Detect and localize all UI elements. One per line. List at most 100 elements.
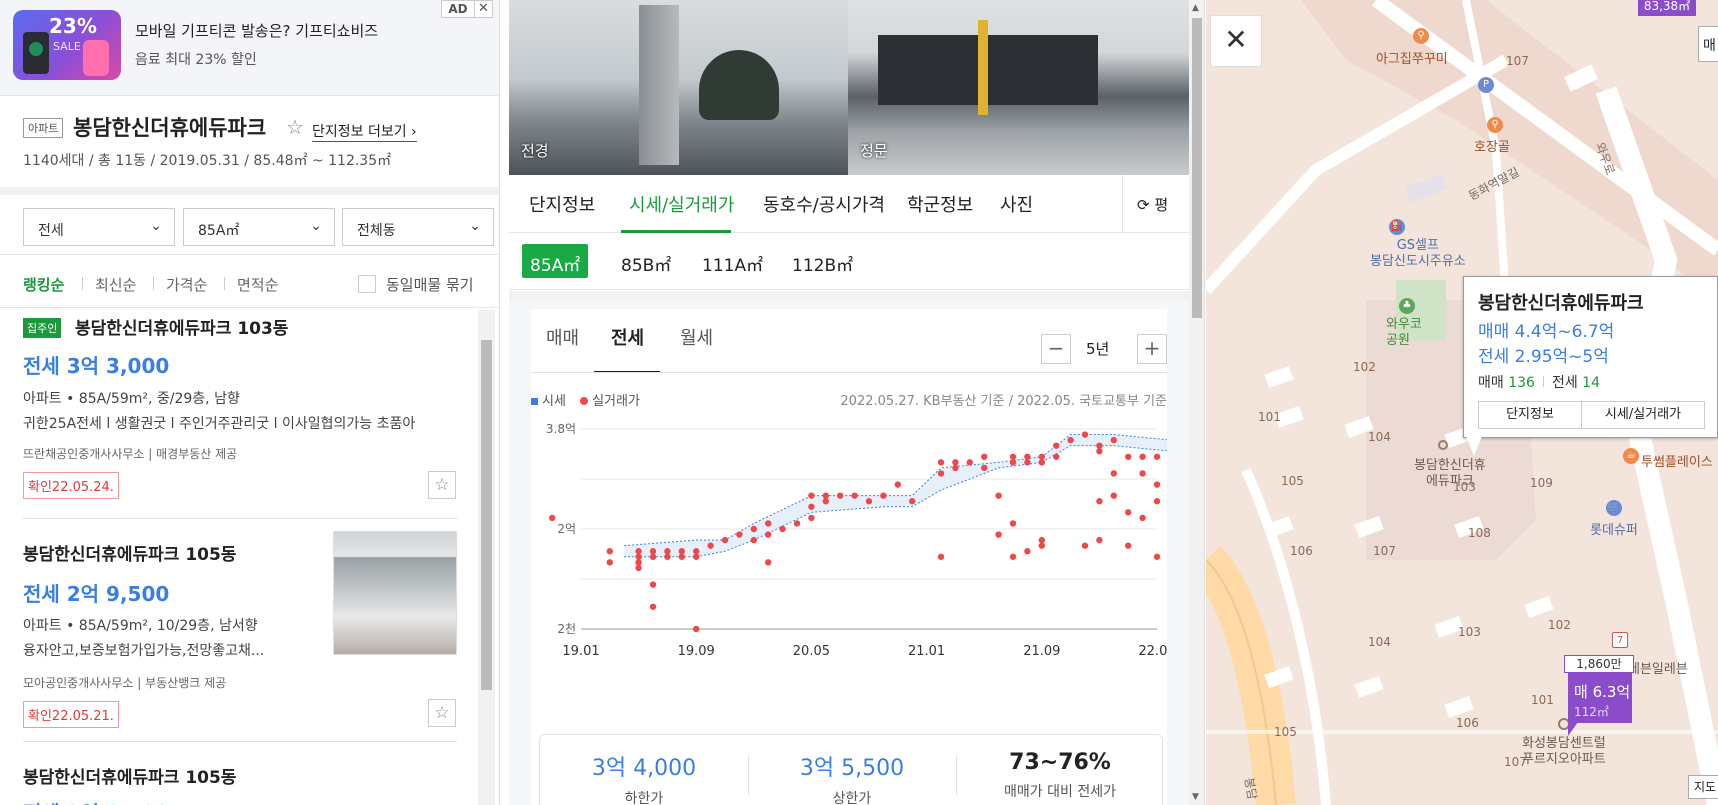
road-label: 봉담: [1241, 776, 1260, 801]
ad-badge[interactable]: AD: [441, 0, 475, 18]
restaurant-icon[interactable]: ⚲: [1487, 117, 1503, 133]
sort-area[interactable]: 면적순: [237, 274, 278, 295]
popup-count-jeonse-label: 전세: [1551, 375, 1578, 391]
deal-tab-jeonse[interactable]: 전세: [611, 324, 644, 350]
tab-price[interactable]: 시세/실거래가: [629, 191, 734, 217]
map-label-park[interactable]: 와우코 공원: [1386, 317, 1422, 349]
actual-point: [808, 492, 815, 499]
price-stats: 3억 4,000 하한가 3억 5,500 상한가 73~76% 매매가 대비 …: [539, 734, 1163, 805]
map-label-seven[interactable]: 세븐일레븐: [1628, 658, 1688, 677]
dong-number: 107: [1373, 544, 1396, 558]
sort-price[interactable]: 가격순: [166, 274, 207, 295]
map-label-hojang[interactable]: 호장골: [1474, 136, 1510, 155]
actual-point: [1110, 436, 1117, 444]
map[interactable]: ✕ 83,38㎡ 매 ⚲ 아그집쭈꾸미 P ⚲ 호장골 동화역말길 와우로 ⛽ …: [1206, 0, 1718, 805]
tab-complex-info[interactable]: 단지정보: [529, 191, 595, 217]
star-icon[interactable]: ☆: [428, 699, 456, 727]
ad-thumbnail[interactable]: 23% SALE: [13, 10, 121, 80]
gas-station-icon[interactable]: ⛽: [1389, 219, 1405, 235]
tab-units[interactable]: 동호수/공시가격: [763, 191, 885, 217]
list-item[interactable]: 집주인 봉담한신더휴에듀파크 103동 전세 3억 3,000 아파트 • 85…: [23, 310, 457, 510]
listing-scrollbar[interactable]: [478, 310, 495, 805]
scrollbar-thumb[interactable]: [1192, 18, 1202, 318]
period-minus-button[interactable]: −: [1041, 334, 1071, 364]
popup-price-button[interactable]: 시세/실거래가: [1581, 401, 1705, 429]
list-item[interactable]: 봉담한신더휴에듀파크 105동 전세 2억 9,500: [23, 741, 457, 805]
deal-tab-sale[interactable]: 매매: [546, 324, 579, 350]
map-label-agzip[interactable]: 아그집쭈꾸미: [1376, 48, 1448, 67]
chevron-down-icon: ⌄: [469, 218, 481, 234]
parking-icon[interactable]: P: [1478, 77, 1494, 93]
map-close-button[interactable]: ✕: [1210, 15, 1262, 67]
map-marker-top[interactable]: 83,38㎡: [1638, 0, 1696, 16]
complex-more-link[interactable]: 단지정보 더보기 ›: [312, 121, 417, 142]
park-icon[interactable]: ♣: [1399, 298, 1415, 314]
map-top-button[interactable]: 매: [1698, 26, 1718, 62]
dong-number: 103: [1458, 625, 1481, 639]
complex-photo-gate[interactable]: 정문: [848, 0, 1189, 175]
listing-photo[interactable]: [333, 531, 457, 655]
tab-photos[interactable]: 사진: [1000, 191, 1033, 217]
x-tick-label: 20.05: [793, 644, 830, 659]
listing-name[interactable]: 봉담한신더휴에듀파크 105동: [23, 540, 236, 565]
dong-number: 105: [1274, 725, 1297, 739]
complex-photo-overview[interactable]: 전경: [509, 0, 848, 175]
favorite-star-icon[interactable]: ☆: [286, 115, 304, 139]
sort-ranking[interactable]: 랭킹순: [23, 274, 64, 295]
scroll-up-icon[interactable]: ▲: [1192, 3, 1199, 13]
size-85a[interactable]: 85A㎡: [522, 244, 589, 278]
listing-name[interactable]: 봉담한신더휴에듀파크 105동: [23, 763, 236, 788]
detail-scrollbar[interactable]: ▲ ▼: [1189, 0, 1204, 805]
actual-point: [1139, 470, 1146, 477]
period-plus-button[interactable]: +: [1137, 334, 1167, 364]
pyeong-toggle[interactable]: ⟳ 평: [1122, 175, 1189, 233]
chevron-down-icon: ⌄: [150, 218, 162, 234]
dong-select[interactable]: 전체동 ⌄: [342, 208, 494, 246]
complex-popup[interactable]: 봉담한신더휴에듀파크 매매 4.4억~6.7억 전세 2.95억~5억 매매 1…: [1463, 276, 1718, 438]
trade-type-select[interactable]: 전세 ⌄: [23, 208, 175, 246]
price-marker[interactable]: 1,860만 매 6.3억 112㎡: [1564, 655, 1634, 723]
bundle-checkbox[interactable]: [358, 275, 376, 293]
dong-value: 전체동: [357, 223, 396, 239]
map-label-gas-station[interactable]: GS셀프 봉담신도시주유소: [1370, 238, 1466, 270]
map-label-lotte[interactable]: 롯데슈퍼: [1590, 519, 1638, 538]
map-label-toosome[interactable]: 투썸플레이스: [1641, 451, 1713, 470]
confirm-badge: 확인22.05.24.: [23, 472, 119, 499]
listing-name[interactable]: 봉담한신더휴에듀파크 103동: [75, 314, 288, 339]
listing-agent: 뜨란채공인중개사사무소 | 매경부동산 제공: [23, 447, 238, 461]
popup-title: 봉담한신더휴에듀파크: [1478, 293, 1644, 314]
complex-pin-icon[interactable]: [1438, 440, 1448, 450]
type-tag: 아파트: [23, 118, 64, 138]
size-112b[interactable]: 112B㎡: [784, 244, 861, 278]
restaurant-icon[interactable]: ⚲: [1413, 28, 1429, 44]
map-label-fugio[interactable]: 화성봉담센트럴 푸르지오아파트: [1522, 736, 1606, 768]
deal-tab-monthly[interactable]: 월세: [680, 324, 713, 350]
actual-point: [1096, 536, 1103, 544]
cafe-icon[interactable]: ☕: [1623, 448, 1639, 464]
listing-desc: 귀한25A전세 l 생활권굿 l 주인거주관리굿 l 이사일협의가능 초품아: [23, 416, 416, 432]
shop-icon[interactable]: 🛒: [1606, 500, 1622, 516]
sort-latest[interactable]: 최신순: [95, 274, 136, 295]
actual-point: [966, 459, 973, 466]
size-85b[interactable]: 85B㎡: [613, 244, 679, 278]
price-marker-tail: [1568, 722, 1578, 736]
scroll-down-icon[interactable]: ▼: [1192, 792, 1199, 802]
ad-subtitle[interactable]: 음료 최대 23% 할인: [135, 49, 257, 69]
actual-point: [1081, 542, 1089, 549]
ad-close-icon[interactable]: ✕: [474, 0, 493, 18]
star-icon[interactable]: ☆: [428, 471, 456, 499]
popup-complex-info-button[interactable]: 단지정보: [1478, 401, 1582, 429]
actual-point: [937, 553, 945, 560]
convenience-store-icon[interactable]: 7: [1612, 632, 1628, 648]
tab-school[interactable]: 학군정보: [907, 191, 973, 217]
scrollbar-thumb[interactable]: [481, 340, 492, 690]
size-111a[interactable]: 111A㎡: [694, 244, 771, 278]
area-select[interactable]: 85A㎡ ⌄: [183, 208, 335, 246]
ad-title[interactable]: 모바일 기프티콘 발송은? 기프티쇼비즈: [135, 20, 378, 41]
actual-point: [635, 548, 642, 555]
ad-banner[interactable]: 23% SALE 모바일 기프티콘 발송은? 기프티쇼비즈 음료 최대 23% …: [0, 0, 499, 96]
map-type-button[interactable]: 지도: [1688, 775, 1718, 799]
bundle-label[interactable]: 동일매물 묶기: [386, 274, 474, 295]
dong-number: 101: [1258, 410, 1281, 424]
deal-tab-line: [531, 372, 1167, 373]
